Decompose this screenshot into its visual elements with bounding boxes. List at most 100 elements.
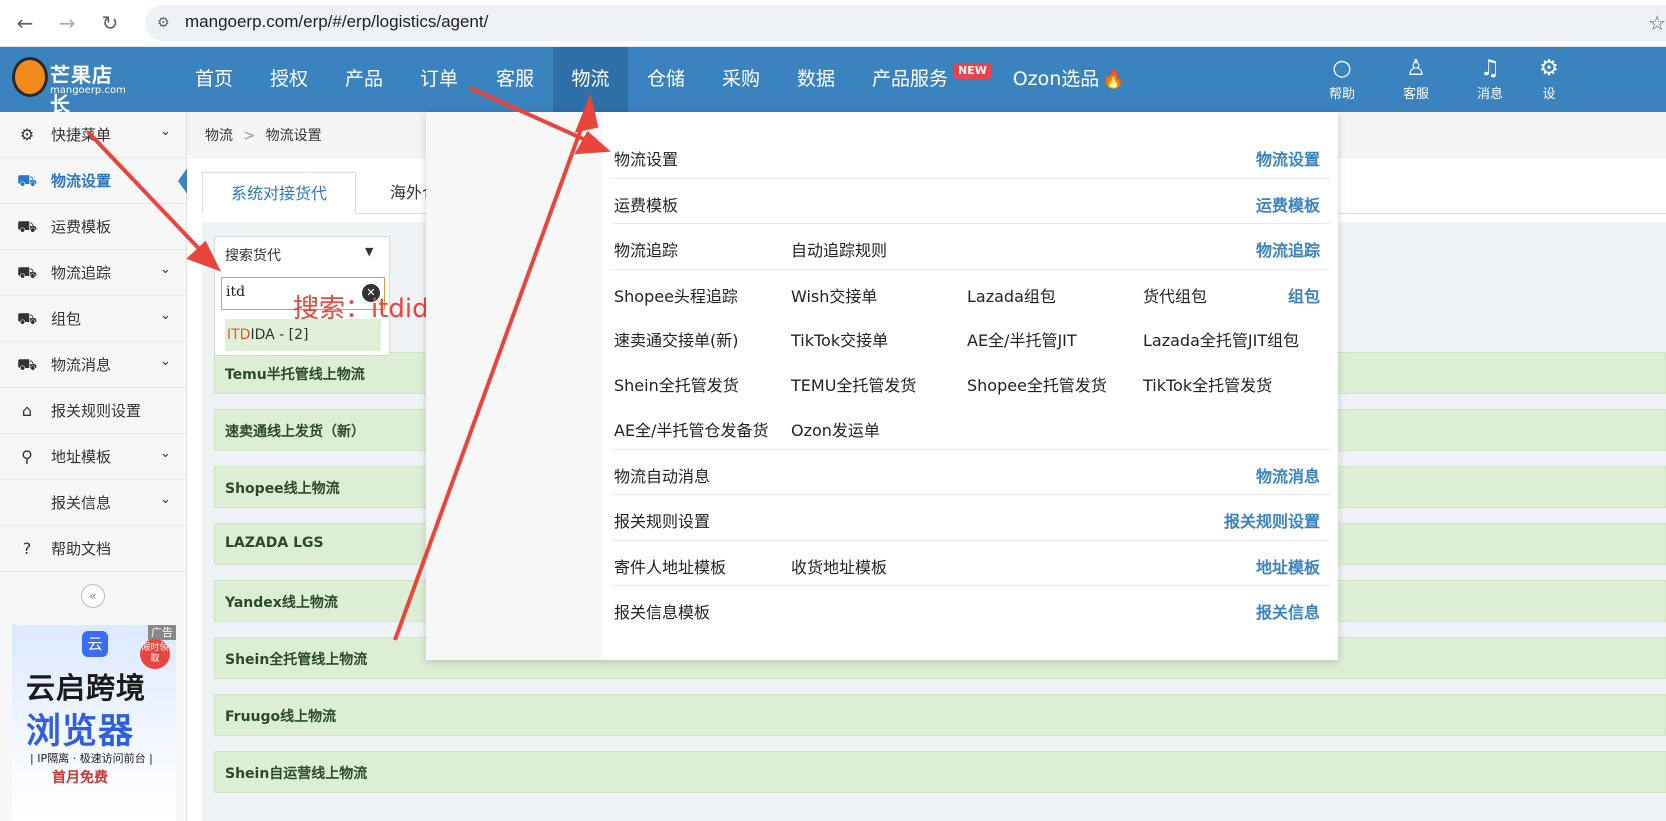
mega-category-logistics-settings[interactable]: 物流设置 bbox=[1162, 146, 1338, 170]
mega-category-logistics-message[interactable]: 物流消息 bbox=[1162, 463, 1338, 487]
truck-icon: ⛟ bbox=[17, 355, 38, 374]
mega-link[interactable]: Ozon发运单 bbox=[791, 417, 880, 441]
sidebar-item-logistics-message[interactable]: ⛟ 物流消息 ⌄ bbox=[0, 342, 187, 388]
mega-link[interactable]: Shopee头程追踪 bbox=[614, 283, 738, 307]
mega-link[interactable]: TikTok交接单 bbox=[791, 327, 888, 351]
qq-icon: ♙ bbox=[1406, 56, 1426, 81]
search-input-value[interactable]: itd bbox=[226, 284, 245, 300]
mega-link[interactable]: 报关信息模板 bbox=[614, 599, 710, 623]
mega-category-customs-rules[interactable]: 报关规则设置 bbox=[1162, 508, 1338, 532]
sidebar-item-help-docs[interactable]: ? 帮助文档 bbox=[0, 526, 187, 572]
bank-icon: ⌂ bbox=[21, 401, 33, 420]
nav-product[interactable]: 产品 bbox=[328, 47, 400, 112]
mega-category-freight-template[interactable]: 运费模板 bbox=[1162, 192, 1338, 216]
mega-link[interactable]: 收货地址模板 bbox=[791, 554, 887, 578]
nav-data[interactable]: 数据 bbox=[780, 47, 852, 112]
mega-link[interactable]: AE全/半托管仓发备货 bbox=[614, 417, 768, 441]
logo-domain: mangoerp.com bbox=[50, 85, 126, 96]
service-tool[interactable]: ♙ 客服 bbox=[1391, 55, 1441, 105]
sidebar-item-packaging[interactable]: ⛟ 组包 ⌄ bbox=[0, 296, 187, 342]
mega-menu-category-column bbox=[426, 112, 602, 660]
mega-link[interactable]: Wish交接单 bbox=[791, 283, 877, 307]
mega-link[interactable]: Lazada全托管JIT组包 bbox=[1143, 327, 1299, 351]
mega-link[interactable]: 速卖通交接单(新) bbox=[614, 327, 739, 351]
sidebar-item-label: 组包 bbox=[51, 310, 82, 328]
settings-tool[interactable]: ⚙ 设 bbox=[1532, 55, 1566, 105]
ad-banner[interactable]: 云 广告 限时领取 云启跨境 浏览器 | IP隔离 · 极速访问前台 | 首月免… bbox=[12, 625, 176, 821]
list-item-label: Temu半托管线上物流 bbox=[225, 367, 365, 383]
collapse-sidebar-icon[interactable]: « bbox=[81, 584, 105, 608]
logo[interactable]: 芒果店长 mangoerp.com bbox=[12, 55, 132, 116]
fire-icon: 🔥 bbox=[1102, 69, 1125, 90]
mega-link[interactable]: AE全/半托管JIT bbox=[967, 327, 1077, 351]
mega-link[interactable]: TikTok全托管发货 bbox=[1143, 372, 1272, 396]
back-icon[interactable]: ← bbox=[10, 8, 40, 38]
breadcrumb-root[interactable]: 物流 bbox=[205, 128, 233, 144]
bookmark-star-icon[interactable]: ☆ bbox=[1648, 11, 1666, 35]
nav-auth[interactable]: 授权 bbox=[253, 47, 325, 112]
new-badge: NEW bbox=[954, 63, 991, 79]
bell-icon: ♫ bbox=[1480, 56, 1500, 81]
sidebar-item-shortcuts[interactable]: ⚙ 快捷菜单 ⌄ bbox=[0, 112, 187, 158]
address-bar[interactable]: ⚙ mangoerp.com/erp/#/erp/logistics/agent… bbox=[145, 5, 1666, 41]
mega-link[interactable]: 寄件人地址模板 bbox=[614, 554, 726, 578]
breadcrumb-separator: > bbox=[243, 128, 256, 144]
nav-purchase[interactable]: 采购 bbox=[705, 47, 777, 112]
reload-icon[interactable]: ↻ bbox=[95, 8, 125, 38]
sidebar-item-tracking[interactable]: ⛟ 物流追踪 ⌄ bbox=[0, 250, 187, 296]
nav-service[interactable]: 客服 bbox=[478, 47, 552, 112]
sidebar-item-label: 帮助文档 bbox=[51, 540, 112, 558]
sidebar-item-address-template[interactable]: ⚲ 地址模板 ⌄ bbox=[0, 434, 187, 480]
dropdown-label[interactable]: 搜索货代 bbox=[225, 245, 281, 265]
mega-link[interactable]: Lazada组包 bbox=[967, 283, 1056, 307]
mega-link[interactable]: Shein全托管发货 bbox=[614, 372, 739, 396]
gear-icon: ⚙ bbox=[19, 125, 35, 144]
help-tool[interactable]: ○ 帮助 bbox=[1317, 55, 1367, 105]
list-item[interactable]: Shein自运营线上物流 bbox=[214, 751, 1666, 793]
mega-link[interactable]: 物流设置 bbox=[614, 146, 678, 170]
caret-down-icon[interactable]: ▼ bbox=[365, 245, 373, 258]
ad-subtitle: 浏览器 bbox=[26, 712, 135, 752]
nav-order[interactable]: 订单 bbox=[403, 47, 475, 112]
list-item-label: LAZADA LGS bbox=[225, 535, 324, 551]
forward-icon[interactable]: → bbox=[52, 8, 82, 38]
sidebar-item-label: 报关规则设置 bbox=[51, 402, 142, 420]
mega-link[interactable]: TEMU全托管发货 bbox=[791, 372, 916, 396]
mega-category-tracking[interactable]: 物流追踪 bbox=[1162, 237, 1338, 261]
mega-link[interactable]: 自动追踪规则 bbox=[791, 237, 887, 261]
sidebar-item-label: 运费模板 bbox=[51, 218, 112, 236]
sidebar-item-label: 物流追踪 bbox=[51, 264, 112, 282]
nav-ozon[interactable]: Ozon选品 bbox=[1006, 47, 1106, 112]
help-tool-label: 帮助 bbox=[1328, 87, 1355, 102]
sidebar-item-logistics-settings[interactable]: ⛟ 物流设置 bbox=[0, 158, 187, 204]
message-tool[interactable]: ♫ 消息 bbox=[1465, 55, 1515, 105]
chevron-down-icon: ⌄ bbox=[160, 262, 171, 277]
mega-link[interactable]: 运费模板 bbox=[614, 192, 678, 216]
cloud-icon: 云 bbox=[82, 631, 108, 657]
mega-category-address-template[interactable]: 地址模板 bbox=[1162, 554, 1338, 578]
site-settings-icon[interactable]: ⚙ bbox=[157, 13, 177, 33]
list-item[interactable]: Fruugo线上物流 bbox=[214, 694, 1666, 736]
sidebar-item-customs-rules[interactable]: ⌂ 报关规则设置 bbox=[0, 388, 187, 434]
nav-home[interactable]: 首页 bbox=[178, 47, 250, 112]
mega-link[interactable]: 物流自动消息 bbox=[614, 463, 710, 487]
mega-link[interactable]: 物流追踪 bbox=[614, 237, 678, 261]
mega-link[interactable]: 货代组包 bbox=[1143, 283, 1207, 307]
sidebar-item-customs-info[interactable]: 报关信息 ⌄ bbox=[0, 480, 187, 526]
mega-category-customs-info[interactable]: 报关信息 bbox=[1162, 599, 1338, 623]
service-tool-label: 客服 bbox=[1402, 87, 1429, 102]
mega-link[interactable]: 报关规则设置 bbox=[614, 508, 710, 532]
sidebar-item-freight-template[interactable]: ⛟ 运费模板 bbox=[0, 204, 187, 250]
truck-icon: ⛟ bbox=[17, 309, 38, 328]
list-item-label: Shein自运营线上物流 bbox=[225, 766, 368, 782]
nav-product-service[interactable]: 产品服务 bbox=[862, 47, 958, 112]
option-match-text: ITD bbox=[227, 327, 251, 343]
nav-warehouse[interactable]: 仓储 bbox=[630, 47, 702, 112]
nav-logistics[interactable]: 物流 bbox=[553, 47, 628, 112]
mega-separator bbox=[612, 269, 1330, 270]
mega-link[interactable]: Shopee全托管发货 bbox=[967, 372, 1107, 396]
tab-system-forwarder[interactable]: 系统对接货代 bbox=[202, 172, 357, 214]
url-text[interactable]: mangoerp.com/erp/#/erp/logistics/agent/ bbox=[185, 12, 488, 32]
chevron-down-icon: ⌄ bbox=[160, 308, 171, 323]
truck-icon: ⛟ bbox=[17, 171, 38, 190]
